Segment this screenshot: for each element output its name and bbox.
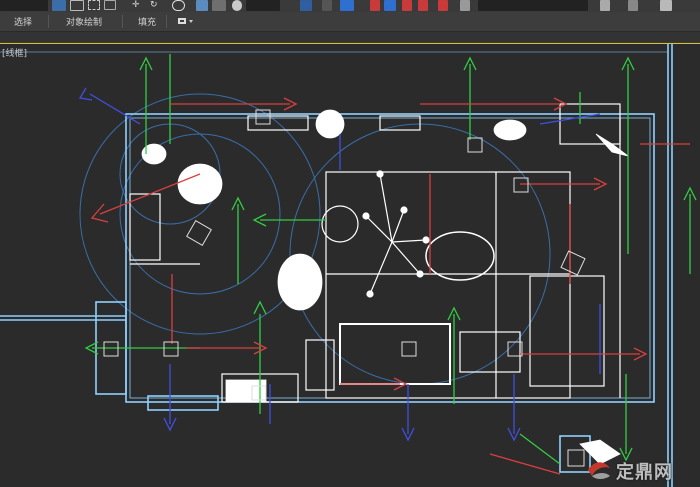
select-region-icon[interactable] — [88, 0, 100, 10]
align-icon[interactable] — [212, 0, 226, 11]
watermark-text: 定鼎网 — [616, 462, 673, 483]
tab-populate[interactable]: 填充 — [138, 15, 156, 28]
ribbon-bar: 选择 对象绘制 填充 — [0, 12, 700, 32]
move-icon[interactable]: ✛ — [132, 0, 144, 11]
schematic-view-icon[interactable] — [600, 0, 610, 11]
material-editor-icon[interactable] — [232, 0, 242, 11]
furniture-solids — [141, 109, 629, 465]
window-crossing-icon[interactable] — [104, 0, 116, 10]
tab-object-paint[interactable]: 对象绘制 — [66, 15, 102, 28]
edit-named-selections-icon[interactable] — [384, 0, 396, 11]
viewport-top[interactable]: [线框] 定鼎网 — [0, 43, 700, 487]
named-selection-set-dropdown[interactable] — [246, 0, 280, 11]
render-icon[interactable] — [660, 0, 672, 11]
floor-plan-wireframe — [0, 44, 697, 487]
percent-snap-icon[interactable] — [340, 0, 354, 11]
snap-toggle-icon[interactable] — [300, 0, 312, 11]
layer-icon[interactable] — [460, 0, 470, 11]
mirror-icon[interactable] — [196, 0, 208, 11]
ribbon-options-icon[interactable] — [178, 17, 194, 26]
select-object-icon[interactable] — [52, 0, 66, 11]
select-by-name-icon[interactable] — [70, 0, 84, 11]
room-outline — [0, 44, 673, 487]
magnet-alt-icon[interactable] — [418, 0, 428, 11]
furniture-wireframe — [129, 103, 621, 403]
viewport-layout-strip — [0, 32, 700, 43]
rotate-icon[interactable]: ↻ — [150, 0, 162, 11]
curve-editor-icon[interactable] — [438, 0, 448, 11]
scale-icon[interactable] — [172, 0, 185, 11]
ribbon-separator — [48, 15, 49, 28]
watermark-logo-icon — [588, 462, 610, 479]
named-selection-field[interactable] — [0, 0, 48, 11]
chandelier — [321, 170, 430, 298]
spinner-snap-icon[interactable] — [370, 0, 380, 11]
ribbon-separator — [122, 15, 123, 28]
tab-selection[interactable]: 选择 — [14, 15, 32, 28]
magnet-icon[interactable] — [402, 0, 412, 11]
angle-snap-icon[interactable] — [322, 0, 332, 11]
ribbon-separator — [166, 15, 167, 28]
named-set-field[interactable] — [478, 0, 588, 11]
site-watermark: 定鼎网 — [584, 456, 696, 484]
render-setup-icon[interactable] — [628, 0, 638, 11]
